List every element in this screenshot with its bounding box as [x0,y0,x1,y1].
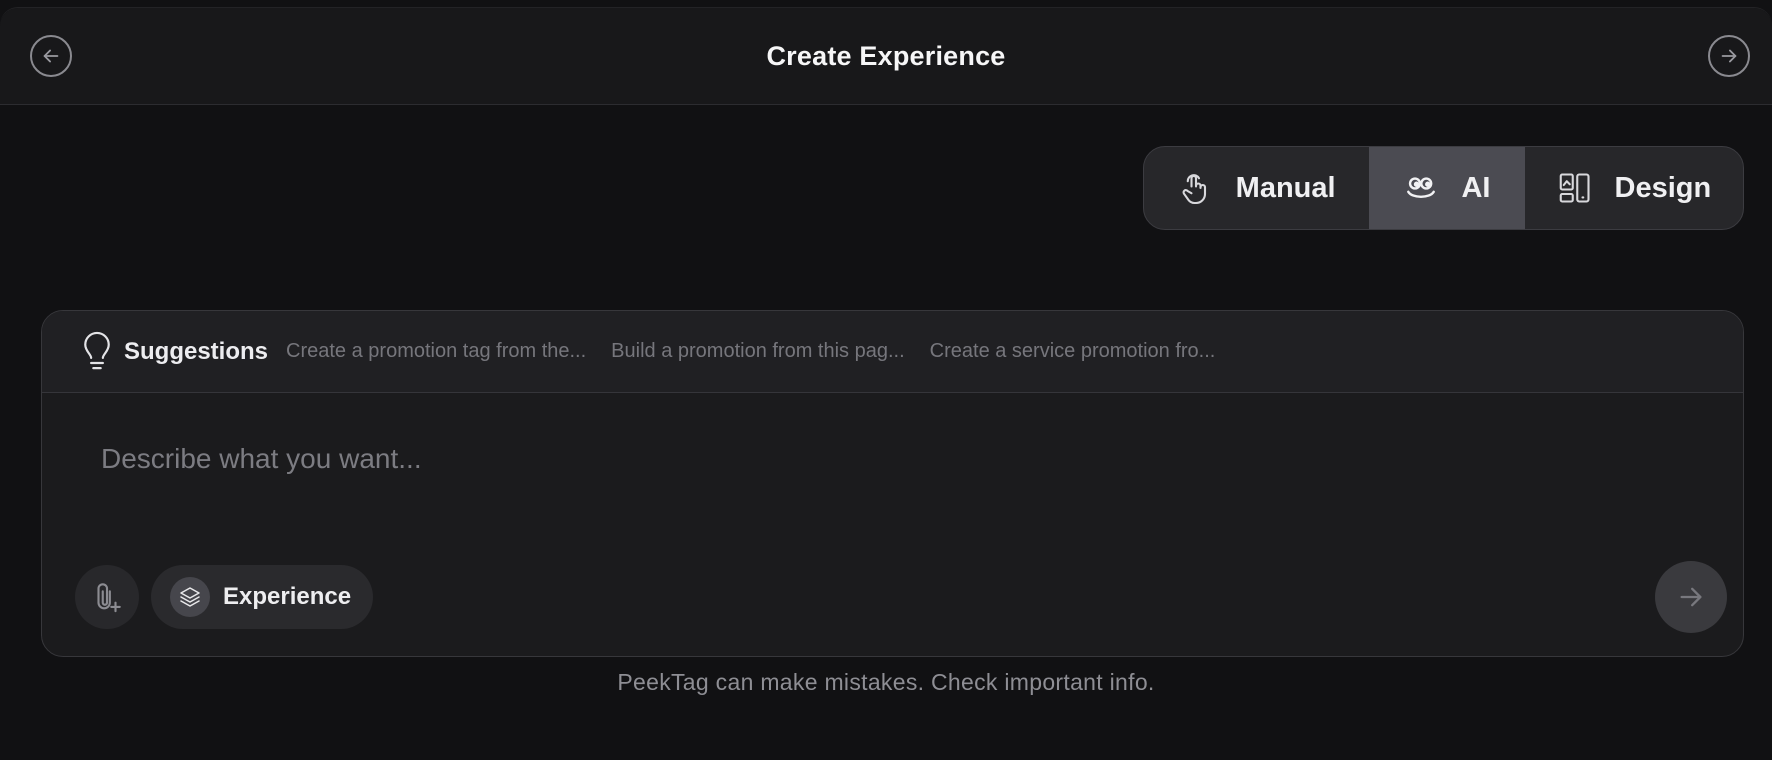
paperclip-plus-icon [97,583,121,613]
mode-manual-label: Manual [1235,171,1336,204]
suggestions-bar: Suggestions Create a promotion tag from … [42,311,1743,393]
mode-ai-label: AI [1461,171,1491,204]
layers-icon [180,587,200,607]
layout-device-icon [1559,173,1590,203]
suggestion-chip[interactable]: Build a promotion from this pag... [611,340,904,363]
disclaimer-text: PeekTag can make mistakes. Check importa… [617,669,1155,695]
tap-hand-icon [1182,174,1206,205]
page-title: Create Experience [766,41,1006,71]
top-bar: Create Experience [0,8,1772,105]
experience-label: Experience [223,583,352,610]
mode-toggle: Manual AI Design [1143,146,1744,230]
layers-icon-wrap [170,577,210,617]
mode-manual-option[interactable]: Manual [1144,147,1369,229]
suggestion-chip[interactable]: Create a service promotion fro... [930,340,1216,363]
suggestions-label: Suggestions [124,337,269,365]
mode-design-option[interactable]: Design [1525,147,1743,229]
lightbulb-icon [84,331,110,369]
arrow-right-icon [1721,49,1737,63]
prompt-input[interactable] [101,439,1601,479]
send-button[interactable] [1655,561,1727,633]
mode-ai-option[interactable]: AI [1369,147,1525,229]
mode-design-label: Design [1614,171,1712,204]
arrow-right-icon [1680,587,1702,607]
suggestion-chip[interactable]: Create a promotion tag from the... [286,340,586,363]
attach-button[interactable] [75,565,139,629]
ai-face-icon [1407,177,1436,199]
experience-chip[interactable]: Experience [151,565,373,629]
next-button[interactable] [1708,35,1750,77]
ai-composer: Suggestions Create a promotion tag from … [41,310,1744,657]
